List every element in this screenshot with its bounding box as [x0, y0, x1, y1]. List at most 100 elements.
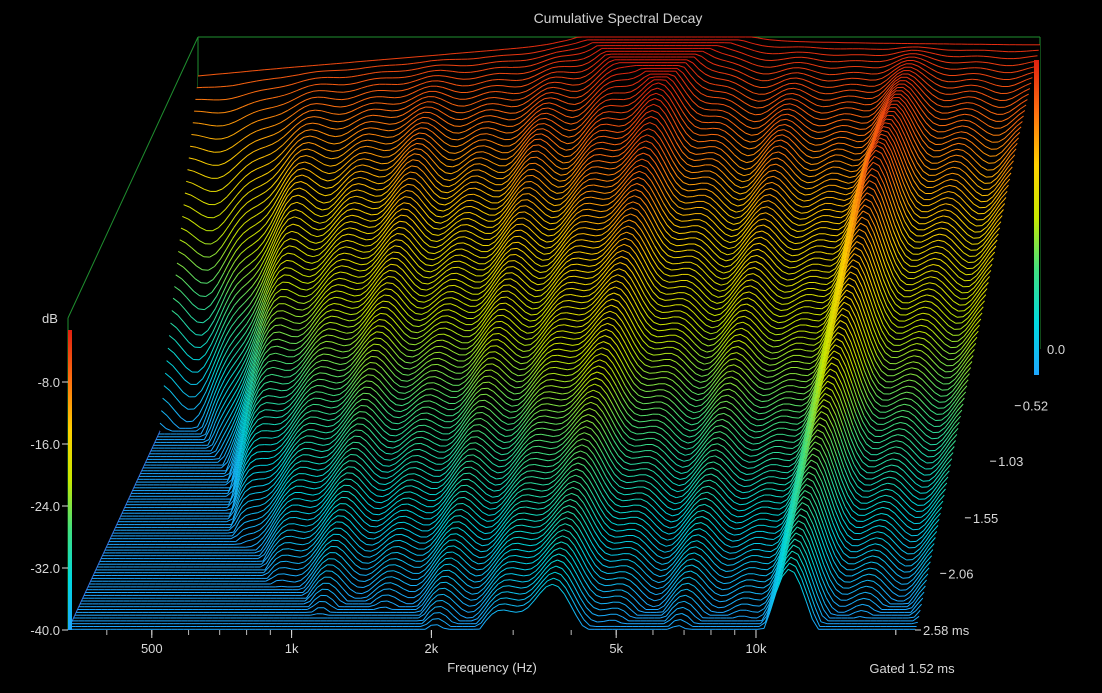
- slice-segment: [431, 59, 438, 62]
- slice-segment: [591, 166, 598, 168]
- slice-segment: [377, 65, 384, 67]
- slice-segment: [955, 74, 962, 76]
- slice-segment: [264, 68, 271, 71]
- slice-segment: [567, 77, 574, 80]
- slice-segment: [845, 77, 852, 80]
- slice-segment: [816, 137, 823, 140]
- slice-segment: [408, 56, 415, 58]
- slice-segment: [462, 51, 469, 54]
- slice-segment: [344, 83, 351, 86]
- slice-segment: [198, 308, 205, 311]
- slice-segment: [525, 181, 532, 183]
- slice-segment: [592, 160, 599, 162]
- slice-segment: [446, 70, 453, 72]
- slice-segment: [444, 53, 451, 55]
- slice-segment: [468, 187, 476, 190]
- slice-segment: [704, 108, 711, 111]
- slice-segment: [388, 129, 395, 132]
- slice-segment: [369, 220, 377, 222]
- slice-segment: [270, 68, 277, 70]
- slice-segment: [586, 190, 593, 193]
- slice-segment: [240, 71, 247, 73]
- slice-segment: [312, 64, 319, 67]
- slice-segment: [588, 178, 596, 180]
- slice-segment: [457, 78, 464, 80]
- slice-segment: [861, 60, 868, 62]
- slice-segment: [485, 56, 492, 58]
- slice-segment: [594, 154, 601, 156]
- slice-segment: [518, 66, 525, 68]
- slice-segment: [573, 77, 580, 80]
- slice-segment: [296, 308, 303, 311]
- slice-segment: [832, 228, 839, 231]
- slice-segment: [456, 52, 463, 54]
- slice-segment: [467, 193, 474, 196]
- slice-segment: [966, 78, 973, 81]
- slice-segment: [371, 213, 378, 216]
- decay-slices: [68, 36, 1040, 630]
- slice-segment: [370, 127, 377, 129]
- slice-segment: [799, 218, 806, 220]
- slice-segment: [378, 59, 385, 61]
- slice-segment: [372, 207, 379, 210]
- slice-segment: [1031, 55, 1038, 57]
- slice-segment: [526, 174, 533, 177]
- slice-segment: [399, 70, 406, 72]
- slice-segment: [345, 76, 352, 78]
- slice-segment: [314, 83, 321, 86]
- slice-segment: [476, 151, 483, 153]
- slice-segment: [459, 230, 467, 232]
- slice-segment: [492, 79, 499, 81]
- slice-segment: [336, 62, 343, 65]
- slice-segment: [581, 214, 588, 217]
- slice-segment: [769, 39, 776, 41]
- slice-segment: [596, 141, 603, 144]
- slice-segment: [368, 226, 375, 228]
- slice-segment: [836, 67, 843, 69]
- slice-segment: [887, 114, 894, 117]
- slice-segment: [706, 127, 713, 130]
- slice-segment: [520, 205, 527, 207]
- slice-segment: [714, 90, 721, 93]
- slice-segment: [394, 96, 401, 99]
- slice-segment: [389, 123, 396, 125]
- slice-segment: [375, 195, 382, 197]
- slice-segment: [866, 66, 873, 69]
- slice-segment: [457, 242, 464, 244]
- slice-segment: [468, 51, 475, 53]
- slice-segment: [439, 75, 446, 77]
- slice-segment: [677, 238, 684, 241]
- slice-segment: [364, 244, 371, 247]
- slice-segment: [830, 234, 838, 237]
- slice-segment: [956, 68, 963, 70]
- slice-segment: [210, 124, 217, 127]
- slice-segment: [963, 90, 970, 93]
- slice-segment: [715, 115, 722, 118]
- slice-segment: [222, 72, 229, 75]
- slice-segment: [682, 214, 689, 216]
- slice-segment: [201, 282, 208, 284]
- slice-segment: [829, 240, 836, 243]
- slice-segment: [315, 109, 322, 112]
- slice-segment: [483, 121, 490, 123]
- slice-segment: [195, 334, 202, 336]
- slice-segment: [771, 59, 778, 61]
- slice-segment: [843, 60, 850, 62]
- slice-segment: [382, 156, 390, 158]
- slice-segment: [465, 205, 472, 208]
- slice-segment: [530, 156, 537, 159]
- slice-segment: [186, 420, 193, 423]
- slice-segment: [522, 193, 529, 195]
- slice-segment: [333, 113, 340, 115]
- slice-segment: [695, 153, 702, 155]
- slice-segment: [375, 71, 382, 73]
- slice-segment: [504, 48, 511, 50]
- slice-segment: [684, 208, 691, 210]
- slice-segment: [516, 79, 523, 81]
- slice-segment: [497, 54, 504, 57]
- slice-segment: [372, 59, 379, 61]
- slice-segment: [824, 67, 831, 69]
- slice-segment: [813, 150, 820, 153]
- slice-segment: [379, 176, 386, 178]
- slice-segment: [197, 74, 205, 77]
